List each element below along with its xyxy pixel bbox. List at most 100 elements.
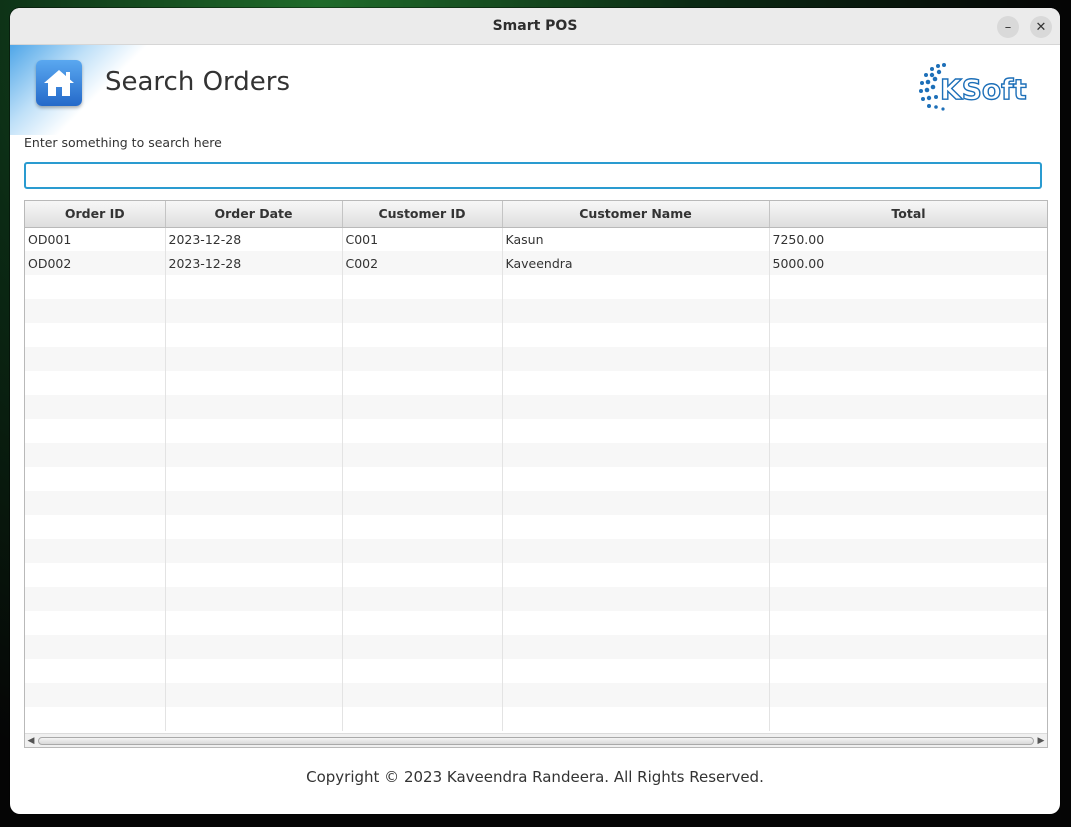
table-cell [165, 371, 343, 395]
empty-table-row[interactable] [25, 275, 1047, 299]
empty-table-row[interactable] [25, 707, 1047, 731]
empty-table-row[interactable] [25, 611, 1047, 635]
empty-table-row[interactable] [25, 443, 1047, 467]
empty-table-row[interactable] [25, 299, 1047, 323]
table-cell [342, 539, 503, 563]
table-cell: C002 [342, 251, 503, 275]
table-cell [769, 299, 1047, 323]
empty-table-row[interactable] [25, 371, 1047, 395]
empty-table-row[interactable] [25, 323, 1047, 347]
scroll-left-icon[interactable]: ◀ [25, 734, 37, 747]
table-cell [25, 347, 166, 371]
table-cell [25, 491, 166, 515]
table-cell [25, 323, 166, 347]
table-cell [25, 515, 166, 539]
column-header-customer-id[interactable]: Customer ID [342, 201, 503, 228]
table-cell [165, 539, 343, 563]
table-cell: C001 [342, 227, 503, 251]
column-header-order-date[interactable]: Order Date [165, 201, 343, 228]
empty-table-row[interactable] [25, 347, 1047, 371]
table-row[interactable]: OD001 2023-12-28 C001 Kasun 7250.00 [25, 227, 1047, 251]
table-cell [165, 275, 343, 299]
empty-table-row[interactable] [25, 491, 1047, 515]
table-cell [342, 635, 503, 659]
page-title: Search Orders [105, 67, 291, 97]
table-cell [165, 611, 343, 635]
table-header-row: Order ID Order Date Customer ID Customer… [25, 201, 1047, 228]
scroll-right-icon[interactable]: ▶ [1035, 734, 1047, 747]
table-cell [769, 419, 1047, 443]
table-cell [769, 515, 1047, 539]
table-cell [342, 443, 503, 467]
minimize-icon: – [1004, 19, 1012, 35]
table-cell [342, 563, 503, 587]
table-cell [502, 515, 770, 539]
empty-table-row[interactable] [25, 635, 1047, 659]
table-cell: 2023-12-28 [165, 227, 343, 251]
table-cell [165, 707, 343, 731]
column-header-customer-name[interactable]: Customer Name [502, 201, 770, 228]
title-bar[interactable]: Smart POS – ✕ [10, 8, 1060, 45]
empty-table-row[interactable] [25, 563, 1047, 587]
minimize-button[interactable]: – [997, 16, 1019, 38]
table-cell [165, 419, 343, 443]
table-cell [342, 611, 503, 635]
svg-text:KSoft: KSoft [940, 73, 1027, 106]
table-cell [165, 659, 343, 683]
empty-table-row[interactable] [25, 659, 1047, 683]
table-cell [25, 395, 166, 419]
orders-table[interactable]: Order ID Order Date Customer ID Customer… [24, 200, 1048, 748]
table-body: OD001 2023-12-28 C001 Kasun 7250.00 OD002 2023… [25, 227, 1047, 731]
ksoft-logo: KSoft [912, 57, 1032, 117]
table-cell [502, 419, 770, 443]
table-cell [769, 659, 1047, 683]
table-cell [769, 707, 1047, 731]
empty-table-row[interactable] [25, 539, 1047, 563]
table-cell [342, 707, 503, 731]
table-cell [769, 275, 1047, 299]
horizontal-scrollbar[interactable]: ◀ ▶ [25, 733, 1047, 747]
scrollbar-thumb[interactable] [38, 737, 1034, 745]
table-cell [342, 659, 503, 683]
table-cell [502, 563, 770, 587]
empty-table-row[interactable] [25, 587, 1047, 611]
table-cell [502, 395, 770, 419]
table-cell [25, 419, 166, 443]
table-cell [502, 539, 770, 563]
table-cell [25, 299, 166, 323]
table-cell: 7250.00 [769, 227, 1047, 251]
table-cell: OD002 [25, 251, 166, 275]
empty-table-row[interactable] [25, 515, 1047, 539]
table-cell [342, 419, 503, 443]
empty-table-row[interactable] [25, 419, 1047, 443]
page-header: Search Orders KSoft [10, 45, 1060, 135]
table-row[interactable]: OD002 2023-12-28 C002 Kaveendra 5000.00 [25, 251, 1047, 275]
empty-table-row[interactable] [25, 683, 1047, 707]
table-cell [502, 347, 770, 371]
table-cell [342, 275, 503, 299]
table-cell [165, 515, 343, 539]
table-cell: 5000.00 [769, 251, 1047, 275]
table-cell [769, 611, 1047, 635]
table-cell [25, 371, 166, 395]
empty-table-row[interactable] [25, 467, 1047, 491]
home-button[interactable] [36, 60, 82, 106]
table-cell [502, 467, 770, 491]
table-cell [165, 683, 343, 707]
table-cell [502, 587, 770, 611]
table-cell [342, 467, 503, 491]
empty-table-row[interactable] [25, 395, 1047, 419]
column-header-order-id[interactable]: Order ID [25, 201, 166, 228]
close-button[interactable]: ✕ [1030, 16, 1052, 38]
table-cell [25, 707, 166, 731]
search-input[interactable] [24, 162, 1042, 189]
table-cell: OD001 [25, 227, 166, 251]
column-header-total[interactable]: Total [769, 201, 1047, 228]
table-cell [165, 395, 343, 419]
table-cell [342, 347, 503, 371]
table-cell: 2023-12-28 [165, 251, 343, 275]
table-cell [342, 491, 503, 515]
table-cell [769, 683, 1047, 707]
table-cell [165, 443, 343, 467]
table-cell [165, 587, 343, 611]
